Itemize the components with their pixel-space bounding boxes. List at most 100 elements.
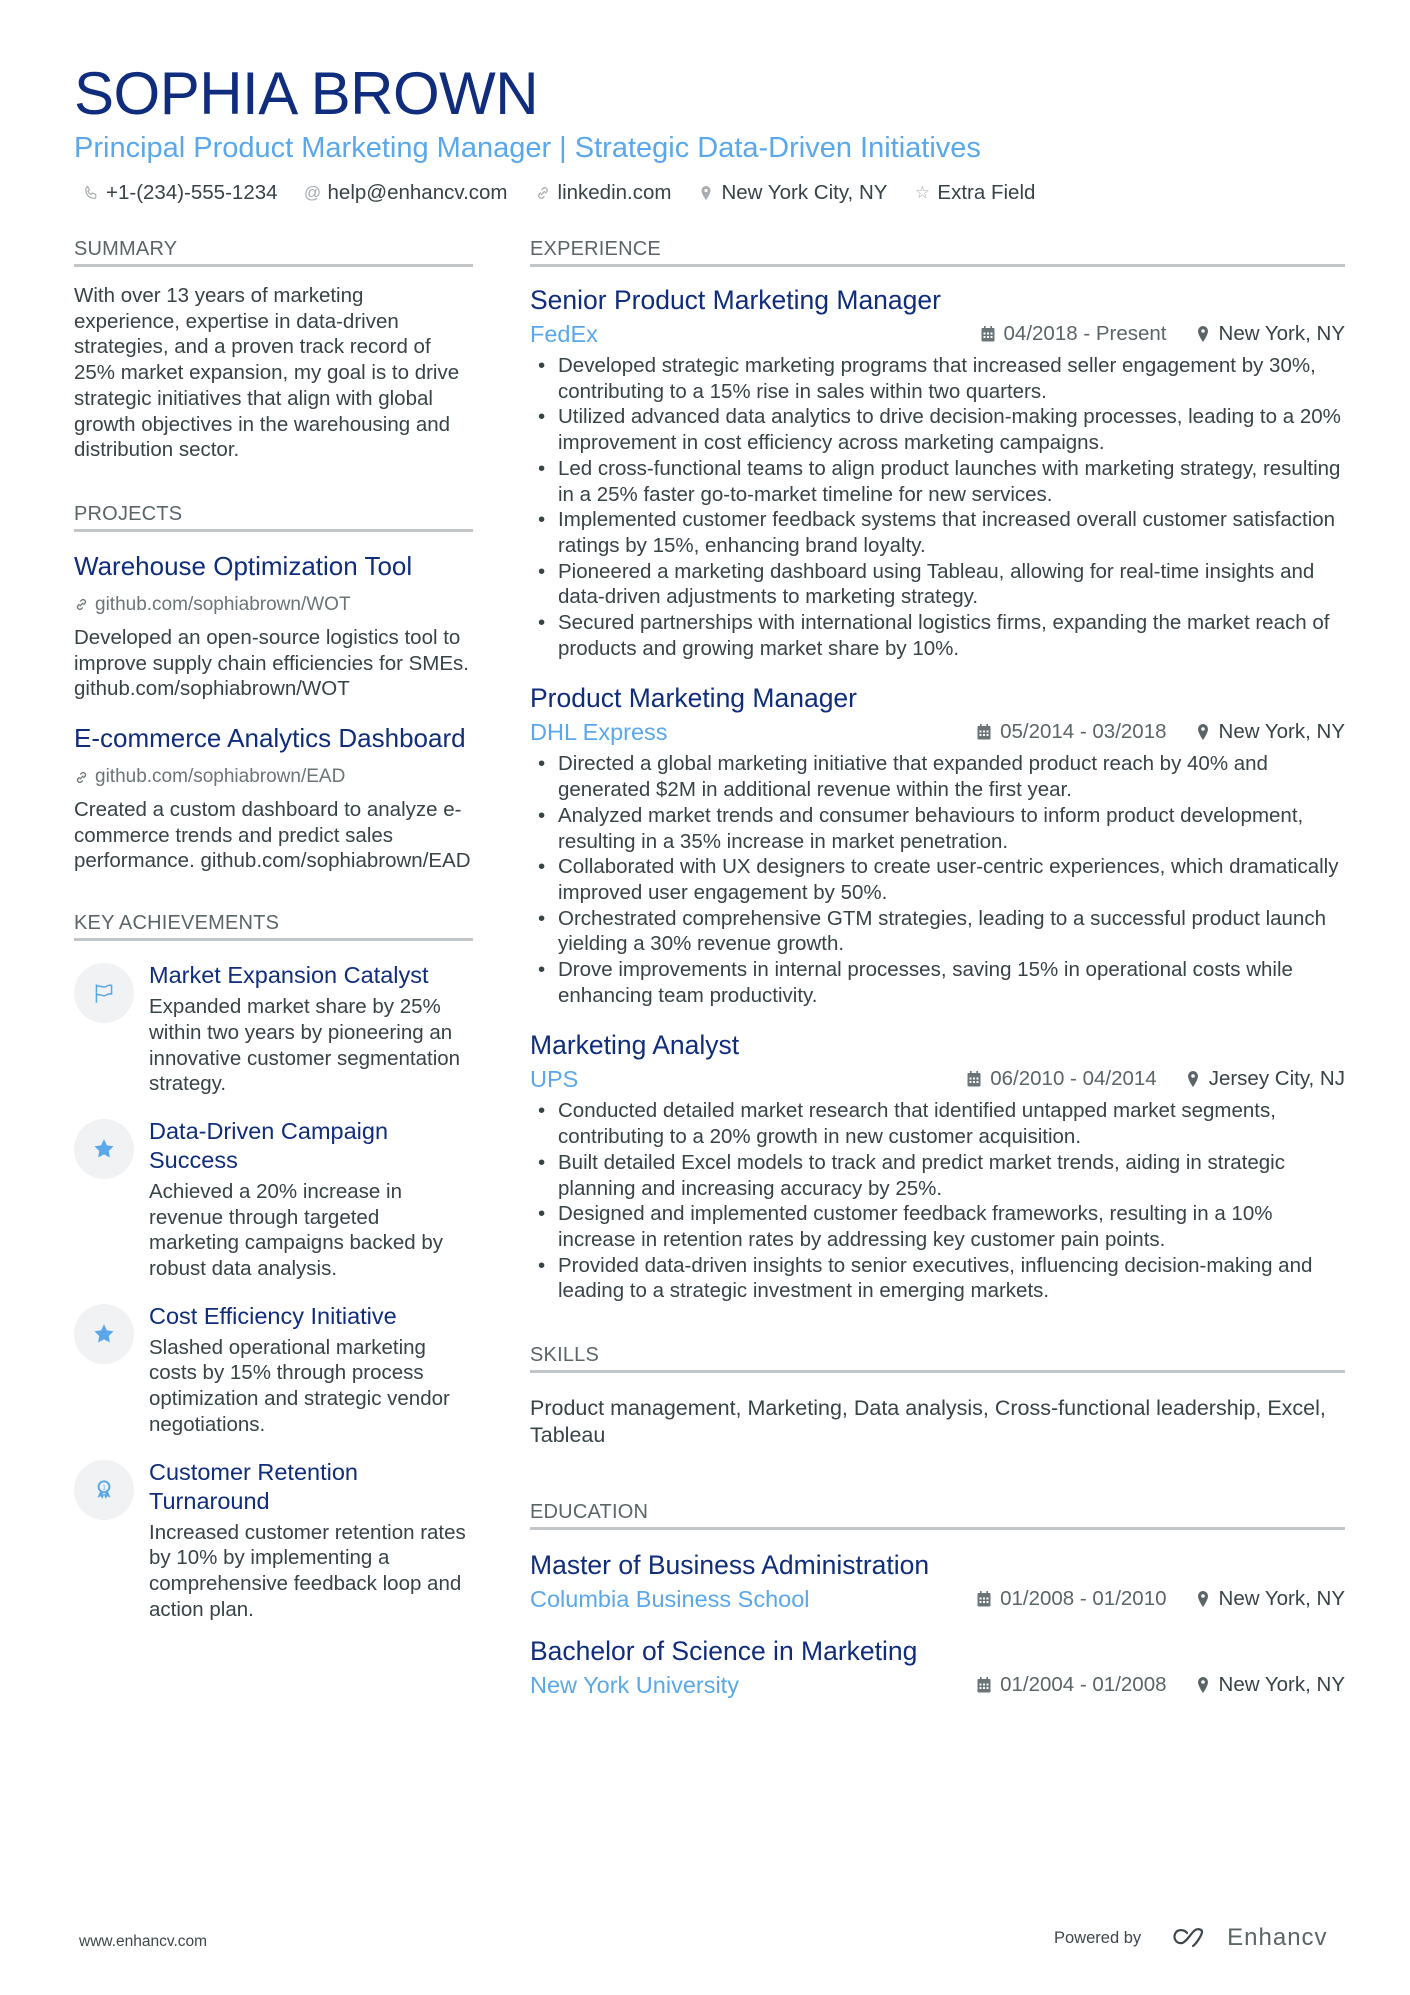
- at-icon: @: [303, 183, 322, 202]
- achievement-title: Market Expansion Catalyst: [149, 962, 429, 989]
- achievements-section: KEY ACHIEVEMENTS Market Expansion Cataly…: [74, 910, 473, 1622]
- school-name: New York University: [530, 1672, 739, 1699]
- bullet-item: Implemented customer feedback systems th…: [530, 507, 1345, 558]
- job-bullets: Conducted detailed market research that …: [530, 1098, 1345, 1304]
- flag-icon: [74, 963, 134, 1024]
- svg-text:1: 1: [102, 1484, 106, 1491]
- job-location: New York, NY: [1218, 720, 1345, 744]
- degree-title: Master of Business Administration: [530, 1550, 930, 1581]
- brand-name: Enhancv: [1227, 1924, 1328, 1951]
- achievement-item: Data-Driven Campaign Success Achieved a …: [74, 1117, 473, 1282]
- job-dates: 06/2010 - 04/2014: [990, 1067, 1157, 1091]
- contact-extra: ☆ Extra Field: [913, 180, 1036, 206]
- location-text: New York City, NY: [721, 181, 888, 204]
- bullet-item: Conducted detailed market research that …: [530, 1098, 1345, 1149]
- job-title: Product Marketing Manager: [530, 683, 857, 714]
- candidate-name: SOPHIA BROWN: [74, 60, 539, 127]
- location-pin-icon: [1197, 1591, 1208, 1608]
- skills-section: SKILLS Product management, Marketing, Da…: [530, 1342, 1345, 1449]
- achievement-description: Achieved a 20% increase in revenue throu…: [149, 1179, 443, 1281]
- job-meta: DHL Express 05/2014 - 03/2018 New York, …: [530, 717, 1345, 747]
- project-link[interactable]: github.com/sophiabrown/WOT: [74, 593, 473, 617]
- job-location: New York, NY: [1218, 322, 1345, 345]
- achievement-title: Cost Efficiency Initiative: [149, 1302, 397, 1329]
- email-text[interactable]: help@enhancv.com: [328, 180, 508, 206]
- education-location: New York, NY: [1218, 1587, 1345, 1611]
- job-bullets: Directed a global marketing initiative t…: [530, 751, 1345, 1008]
- bullet-item: Built detailed Excel models to track and…: [530, 1150, 1345, 1201]
- left-column: SUMMARY With over 13 years of marketing …: [74, 236, 473, 1622]
- education-item: Master of Business Administration Columb…: [530, 1548, 1345, 1614]
- contact-email: @ help@enhancv.com: [304, 180, 508, 206]
- job-dates: 04/2018 - Present: [1003, 322, 1167, 345]
- achievement-description: Slashed operational marketing costs by 1…: [149, 1335, 450, 1436]
- experience-item: Product Marketing Manager DHL Express 05…: [530, 681, 1345, 1008]
- calendar-icon: [967, 1071, 981, 1087]
- company-name: FedEx: [530, 321, 598, 347]
- achievement-item: Cost Efficiency Initiative Slashed opera…: [74, 1302, 473, 1438]
- award-ribbon-icon: 1: [74, 1459, 134, 1520]
- job-meta: UPS 06/2010 - 04/2014 Jersey City, NJ: [530, 1064, 1345, 1094]
- education-location: New York, NY: [1218, 1673, 1345, 1697]
- achievement-title: Customer Retention Turnaround: [149, 1458, 358, 1514]
- location-pin-icon: [1197, 724, 1208, 741]
- calendar-icon: [977, 724, 991, 740]
- footer-website[interactable]: www.enhancv.com: [79, 1933, 207, 1951]
- candidate-headline: Principal Product Marketing Manager | St…: [74, 132, 981, 164]
- project-title: Warehouse Optimization Tool: [74, 550, 413, 581]
- location-pin-icon: [1197, 1677, 1208, 1694]
- project-link-text[interactable]: github.com/sophiabrown/WOT: [95, 593, 351, 617]
- job-title: Marketing Analyst: [530, 1030, 740, 1061]
- summary-section: SUMMARY With over 13 years of marketing …: [74, 236, 473, 463]
- resume-header: SOPHIA BROWN Principal Product Marketing…: [74, 58, 1344, 206]
- job-location: Jersey City, NJ: [1208, 1067, 1345, 1091]
- section-title-education: EDUCATION: [530, 1499, 1345, 1531]
- enhancv-logo[interactable]: Enhancv: [1167, 1924, 1327, 1952]
- phone-icon: [82, 185, 100, 201]
- bullet-item: Orchestrated comprehensive GTM strategie…: [530, 906, 1345, 957]
- link-icon: [534, 185, 552, 201]
- experience-item: Senior Product Marketing Manager FedEx 0…: [530, 283, 1345, 661]
- project-description: Created a custom dashboard to analyze e-…: [74, 798, 471, 873]
- bullet-item: Utilized advanced data analytics to driv…: [530, 404, 1345, 455]
- job-bullets: Developed strategic marketing programs t…: [530, 353, 1345, 661]
- bullet-item: Directed a global marketing initiative t…: [530, 751, 1345, 802]
- project-title: E-commerce Analytics Dashboard: [74, 723, 466, 754]
- project-link[interactable]: github.com/sophiabrown/EAD: [74, 765, 473, 789]
- degree-title: Bachelor of Science in Marketing: [530, 1636, 918, 1667]
- link-icon: [76, 771, 87, 783]
- contact-location: New York City, NY: [697, 180, 887, 206]
- section-title-projects: PROJECTS: [74, 501, 473, 532]
- location-pin-icon: [1187, 1071, 1198, 1088]
- bullet-item: Analyzed market trends and consumer beha…: [530, 803, 1345, 854]
- extra-field-text: Extra Field: [937, 181, 1036, 204]
- school-name: Columbia Business School: [530, 1586, 810, 1613]
- project-item: Warehouse Optimization Tool github.com/s…: [74, 550, 473, 702]
- section-title-summary: SUMMARY: [74, 236, 473, 267]
- section-title-experience: EXPERIENCE: [530, 236, 1345, 267]
- phone-text[interactable]: +1-(234)-555-1234: [106, 180, 278, 206]
- star-icon: [74, 1118, 134, 1179]
- bullet-item: Collaborated with UX designers to create…: [530, 854, 1345, 905]
- link-icon: [76, 599, 87, 611]
- enhancv-logo-icon: [1173, 1928, 1204, 1948]
- powered-by-label: Powered by: [1054, 1928, 1142, 1947]
- job-title: Senior Product Marketing Manager: [530, 285, 941, 315]
- experience-item: Marketing Analyst UPS 06/2010 - 04/2014 …: [530, 1028, 1345, 1304]
- contact-bar: +1-(234)-555-1234 @ help@enhancv.com lin…: [74, 180, 1344, 206]
- project-link-text[interactable]: github.com/sophiabrown/EAD: [95, 765, 345, 789]
- section-title-skills: SKILLS: [530, 1342, 1345, 1374]
- bullet-item: Drove improvements in internal processes…: [530, 957, 1345, 1008]
- skills-list: Product management, Marketing, Data anal…: [530, 1396, 1326, 1448]
- linkedin-text[interactable]: linkedin.com: [558, 180, 672, 206]
- location-pin-icon: [1197, 326, 1208, 342]
- achievement-item: Market Expansion Catalyst Expanded marke…: [74, 961, 473, 1097]
- right-column: EXPERIENCE Senior Product Marketing Mana…: [530, 236, 1345, 1700]
- experience-section: EXPERIENCE Senior Product Marketing Mana…: [530, 236, 1345, 1304]
- job-meta: FedEx 04/2018 - Present New York, NY: [530, 319, 1345, 349]
- bullet-item: Provided data-driven insights to senior …: [530, 1253, 1345, 1304]
- achievement-description: Increased customer retention rates by 10…: [149, 1520, 466, 1621]
- location-pin-icon: [697, 185, 715, 201]
- education-dates: 01/2004 - 01/2008: [1000, 1673, 1167, 1697]
- calendar-icon: [977, 1677, 991, 1693]
